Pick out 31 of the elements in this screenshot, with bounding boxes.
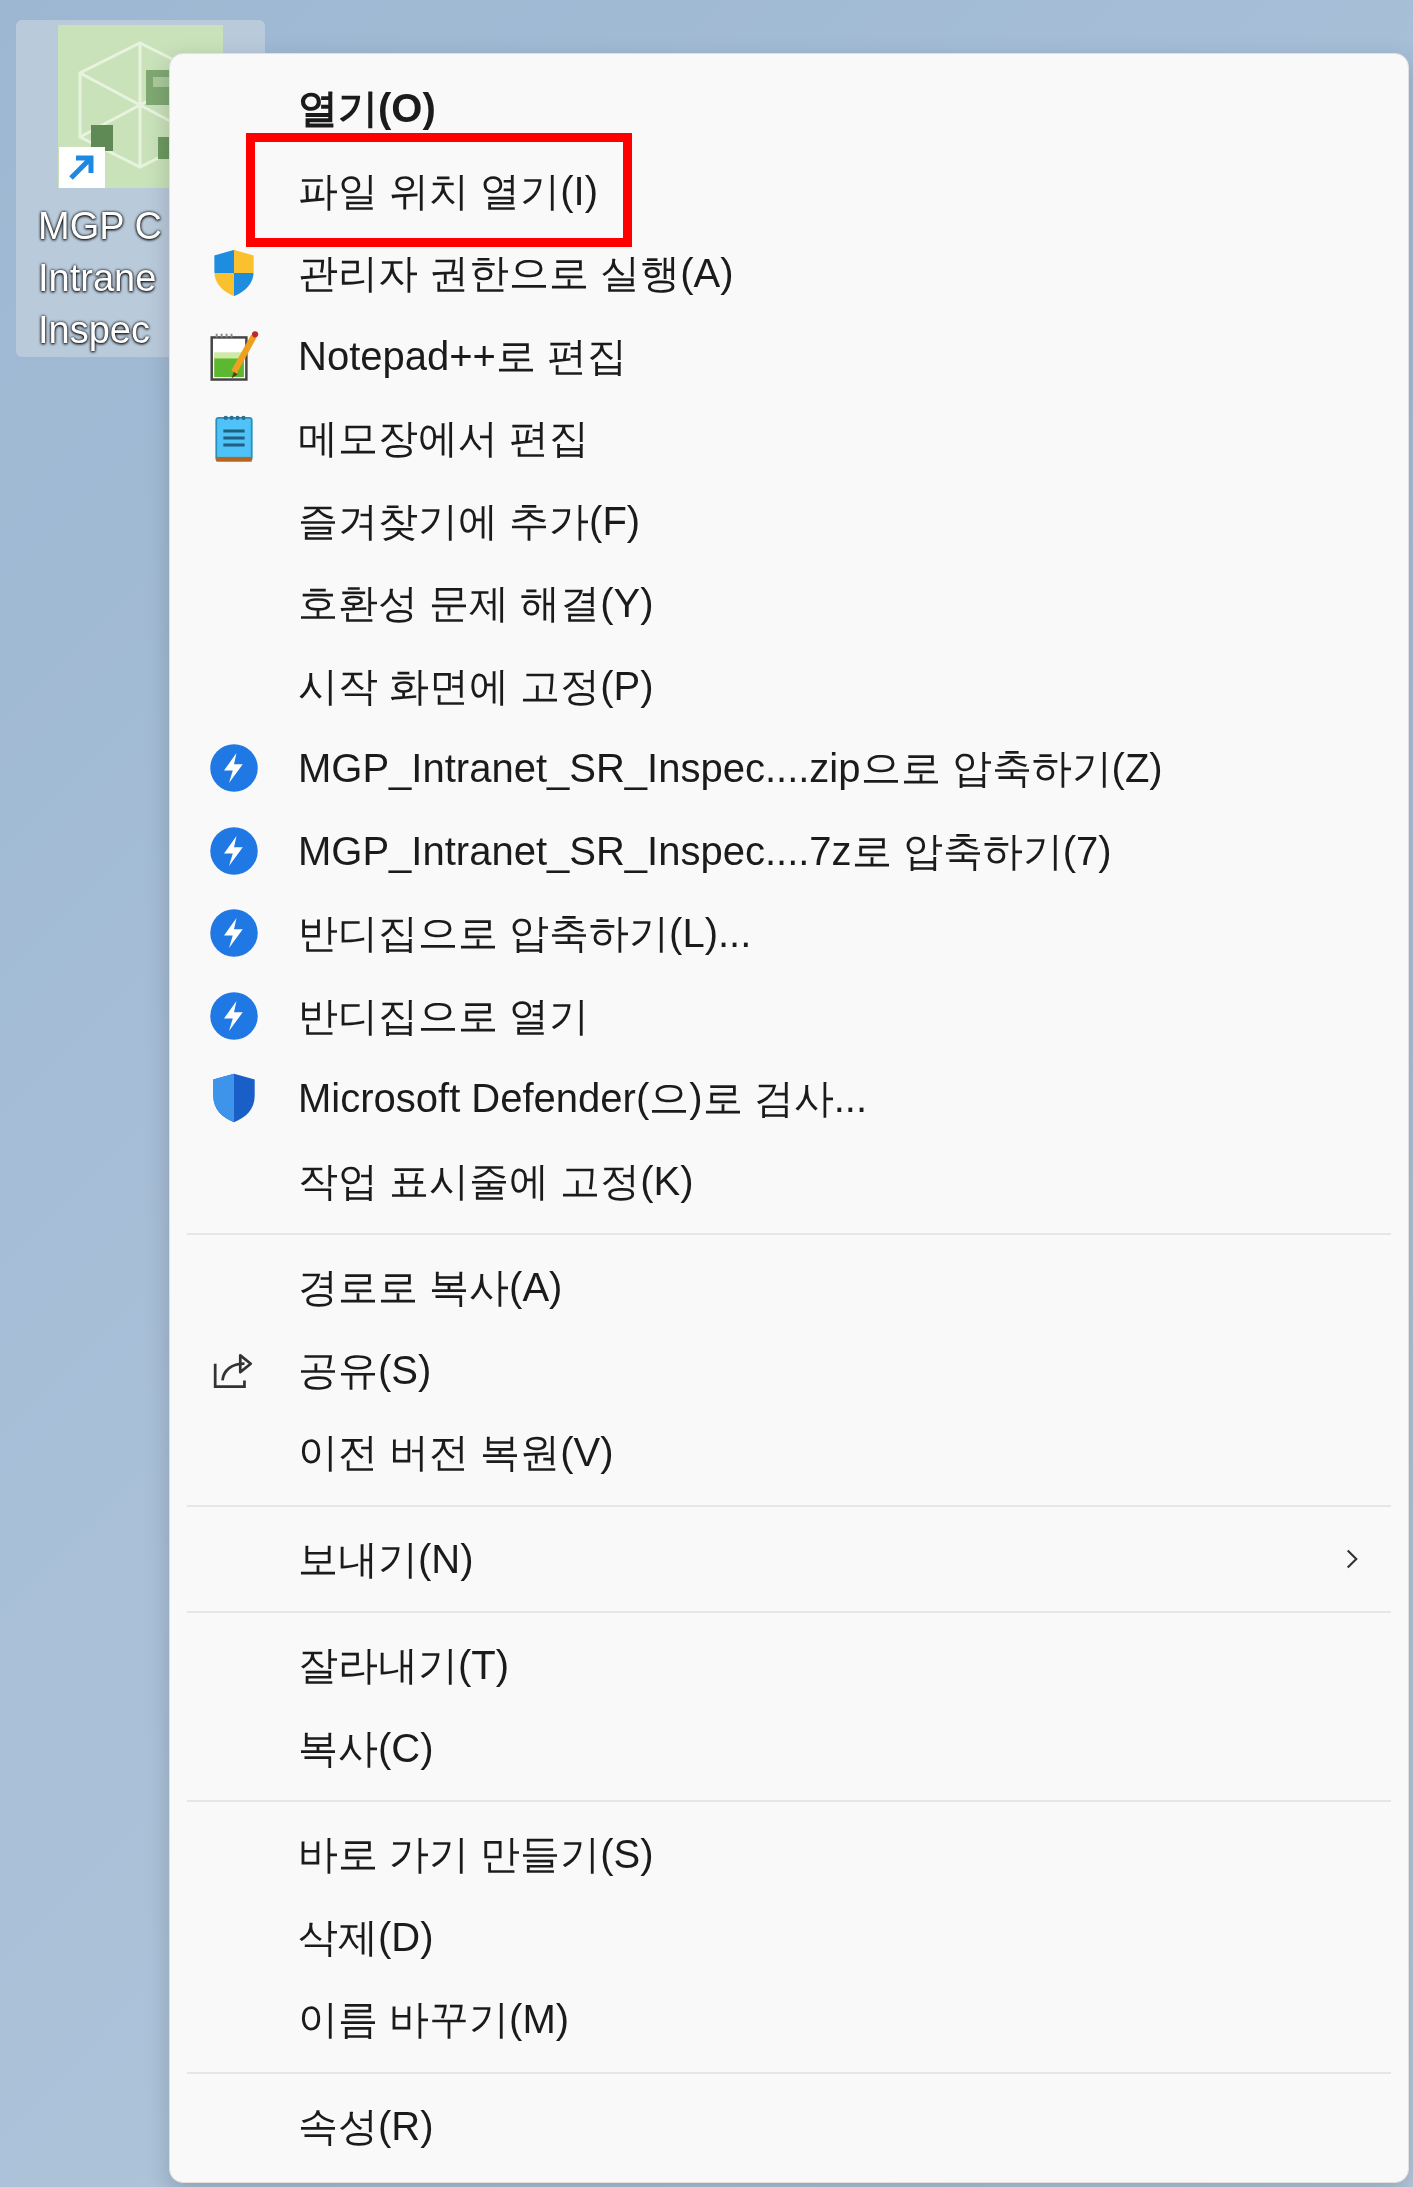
shield-icon (211, 1072, 257, 1125)
menu-item[interactable]: MGP_Intranet_SR_Inspec....zip으로 압축하기(Z) (298, 744, 1163, 793)
desktop-icon-label: MGP C Intrane Inspec (38, 204, 162, 353)
menu-item[interactable]: 삭제(D) (298, 1912, 434, 1961)
menu-item[interactable]: 속성(R) (298, 2101, 434, 2150)
lightning-circle-icon (209, 908, 259, 959)
menu-item[interactable]: 복사(C) (298, 1723, 434, 1772)
lightning-circle-icon (209, 825, 259, 876)
menu-item[interactable]: 호환성 문제 해결(Y) (298, 579, 654, 628)
menu-item[interactable]: 관리자 권한으로 실행(A) (298, 249, 734, 298)
menu-item[interactable]: 즐겨찾기에 추가(F) (298, 496, 641, 545)
menu-item[interactable]: 보내기(N) (298, 1534, 474, 1583)
menu-item[interactable]: 메모장에서 편집 (298, 414, 590, 463)
lightning-circle-icon (209, 743, 259, 794)
menu-item[interactable]: 파일 위치 열기(I) (298, 166, 598, 215)
menu-item[interactable]: MGP_Intranet_SR_Inspec....7z로 압축하기(7) (298, 826, 1112, 875)
notepad-pencil-icon (209, 329, 259, 382)
menu-item[interactable]: 이름 바꾸기(M) (298, 1995, 570, 2044)
menu-item[interactable]: Microsoft Defender(으)로 검사... (298, 1074, 867, 1123)
menu-item[interactable]: 작업 표시줄에 고정(K) (298, 1156, 694, 1205)
menu-item[interactable]: 열기(O) (298, 84, 436, 133)
menu-item[interactable]: Notepad++로 편집 (298, 331, 628, 380)
menu-item[interactable]: 반디집으로 열기 (298, 991, 590, 1040)
menu-item[interactable]: 바로 가기 만들기(S) (298, 1830, 654, 1879)
menu-item[interactable]: 반디집으로 압축하기(L)... (298, 909, 752, 958)
menu-item[interactable]: 경로로 복사(A) (298, 1263, 563, 1312)
menu-item[interactable]: 공유(S) (298, 1345, 432, 1394)
menu-item[interactable]: 시작 화면에 고정(P) (298, 661, 654, 710)
lightning-circle-icon (209, 990, 259, 1041)
menu-item[interactable]: 잘라내기(T) (298, 1641, 510, 1690)
menu-item[interactable]: 이전 버전 복원(V) (298, 1428, 614, 1477)
